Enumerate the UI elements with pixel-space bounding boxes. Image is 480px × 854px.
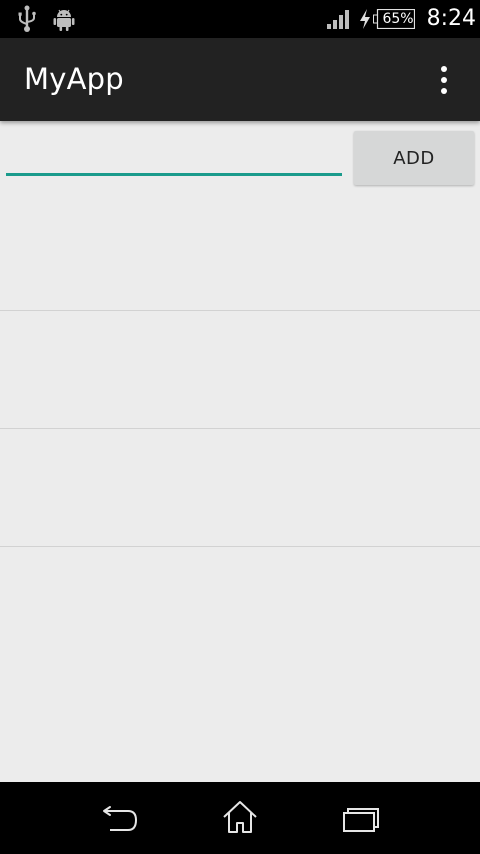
app-screen: 65% 8:24 MyApp ADD [0,0,480,854]
app-title: MyApp [24,62,124,96]
battery-percent: 65% [382,11,414,27]
back-button[interactable] [96,796,144,840]
usb-icon [18,5,36,32]
menu-dot [441,88,447,94]
list-item[interactable] [0,193,480,311]
add-button[interactable]: ADD [354,131,474,185]
menu-dot [441,66,447,72]
back-icon [103,806,138,831]
list-item[interactable] [0,311,480,429]
status-bar: 65% 8:24 [0,0,480,38]
menu-dot [441,77,447,83]
status-clock: 8:24 [426,6,476,31]
home-icon [223,801,257,833]
overflow-menu-icon[interactable] [428,56,460,104]
android-icon [53,9,75,31]
list-item[interactable] [0,429,480,547]
home-button[interactable] [216,796,264,840]
navigation-bar [0,782,480,854]
charging-icon [360,9,370,29]
item-list [0,193,480,547]
app-bar: MyApp [0,38,480,121]
recent-apps-button[interactable] [336,796,384,840]
item-text-input[interactable] [6,136,342,176]
cell-signal-icon [327,10,349,29]
recent-apps-icon [343,808,379,832]
